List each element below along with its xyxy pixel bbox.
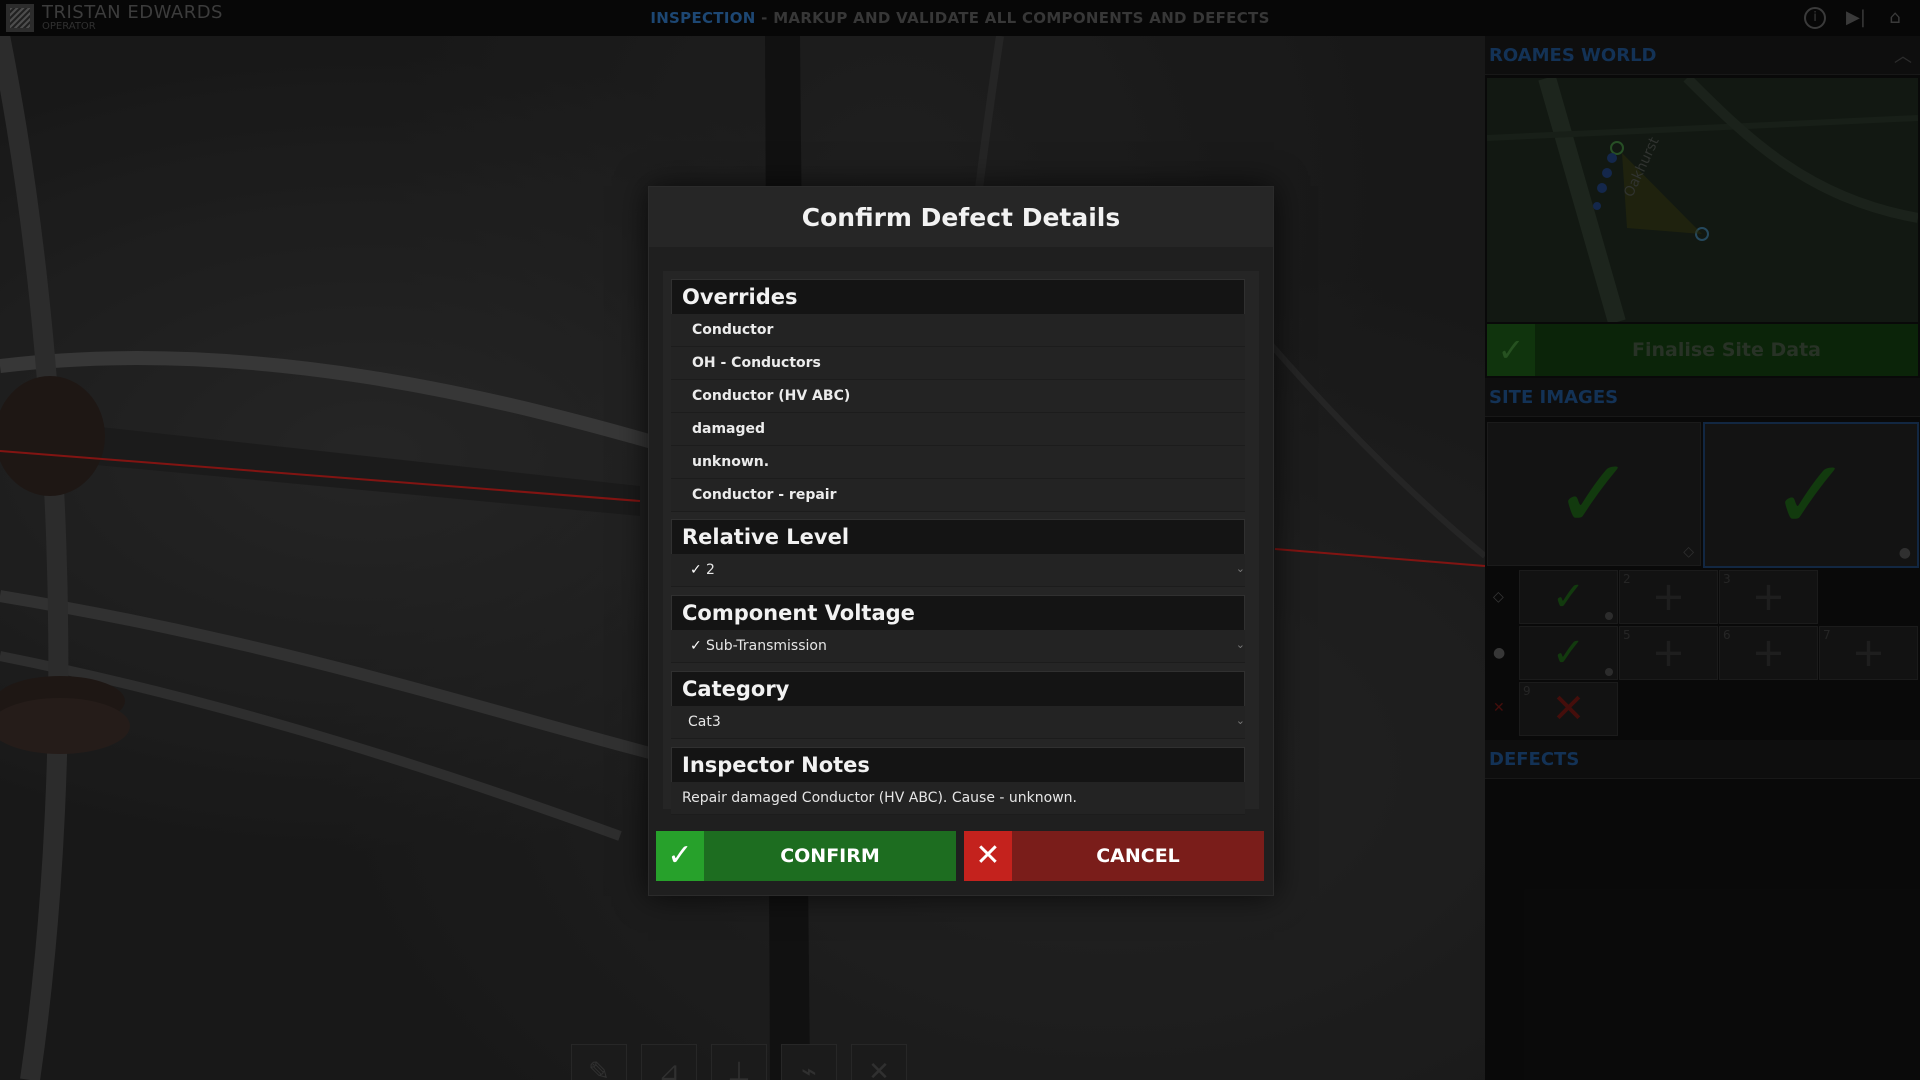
- override-label: unknown.: [692, 454, 770, 470]
- relative-level-text: 2: [706, 562, 715, 578]
- cancel-button[interactable]: ✕ CANCEL: [964, 831, 1264, 881]
- inspector-notes-field[interactable]: Repair damaged Conductor (HV ABC). Cause…: [671, 782, 1245, 815]
- confirm-label: CONFIRM: [780, 845, 880, 867]
- component-voltage-text: Sub-Transmission: [706, 638, 827, 654]
- component-voltage-header: Component Voltage: [671, 595, 1245, 631]
- override-label: Conductor - repair: [692, 487, 837, 503]
- override-item[interactable]: Conductor - repair: [671, 479, 1245, 512]
- component-voltage-value: ✓ Sub-Transmission: [690, 638, 827, 654]
- relative-level-title: Relative Level: [682, 525, 850, 549]
- override-label: Conductor (HV ABC): [692, 388, 851, 404]
- category-title: Category: [682, 677, 790, 701]
- confirm-defect-dialog: Confirm Defect Details Overrides Conduct…: [648, 186, 1274, 896]
- inspector-notes-text: Repair damaged Conductor (HV ABC). Cause…: [682, 790, 1077, 806]
- inspector-notes-title: Inspector Notes: [682, 753, 870, 777]
- cancel-label: CANCEL: [1096, 845, 1180, 867]
- override-label: Conductor: [692, 322, 774, 338]
- chevron-down-icon: ⌄: [1235, 714, 1245, 727]
- inspector-notes-header: Inspector Notes: [671, 747, 1245, 783]
- dialog-header: Confirm Defect Details: [649, 187, 1273, 247]
- check-icon: ✓: [690, 638, 702, 654]
- check-icon: ✓: [656, 831, 704, 881]
- category-select[interactable]: Cat3 ⌄: [671, 706, 1245, 739]
- override-item[interactable]: OH - Conductors: [671, 347, 1245, 380]
- category-value: Cat3: [688, 714, 721, 730]
- override-item[interactable]: damaged: [671, 413, 1245, 446]
- check-icon: ✓: [690, 562, 702, 578]
- chevron-down-icon: ⌄: [1235, 638, 1245, 651]
- override-item[interactable]: unknown.: [671, 446, 1245, 479]
- relative-level-select[interactable]: ✓ 2 ⌄: [671, 554, 1245, 587]
- dialog-body: Overrides Conductor OH - Conductors Cond…: [663, 271, 1259, 815]
- category-header: Category: [671, 671, 1245, 707]
- overrides-title: Overrides: [682, 285, 798, 309]
- override-label: OH - Conductors: [692, 355, 821, 371]
- overrides-header: Overrides: [671, 279, 1245, 315]
- component-voltage-select[interactable]: ✓ Sub-Transmission ⌄: [671, 630, 1245, 663]
- relative-level-header: Relative Level: [671, 519, 1245, 555]
- relative-level-value: ✓ 2: [690, 562, 715, 578]
- override-item[interactable]: Conductor (HV ABC): [671, 380, 1245, 413]
- chevron-down-icon: ⌄: [1235, 562, 1245, 575]
- dialog-title: Confirm Defect Details: [801, 203, 1121, 232]
- component-voltage-title: Component Voltage: [682, 601, 915, 625]
- confirm-button[interactable]: ✓ CONFIRM: [656, 831, 956, 881]
- override-label: damaged: [692, 421, 766, 437]
- close-icon: ✕: [964, 831, 1012, 881]
- override-item[interactable]: Conductor: [671, 314, 1245, 347]
